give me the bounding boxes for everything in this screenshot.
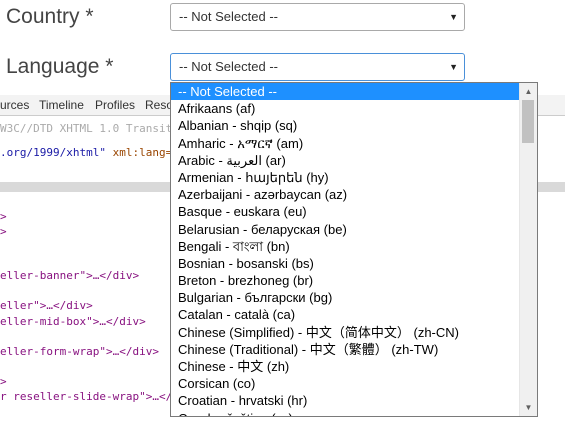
code-line: >	[0, 210, 7, 223]
language-option[interactable]: Bulgarian - български (bg)	[171, 289, 521, 306]
language-option[interactable]: Croatian - hrvatski (hr)	[171, 392, 521, 409]
language-options: -- Not Selected -- Afrikaans (af) Albanian…	[171, 83, 521, 416]
country-select[interactable]: -- Not Selected -- ▼	[170, 3, 465, 31]
language-option[interactable]: Afrikaans (af)	[171, 100, 521, 117]
devtools-tab-profiles[interactable]: Profiles	[95, 98, 135, 112]
scroll-down-icon[interactable]: ▼	[520, 399, 537, 416]
language-dropdown-list[interactable]: -- Not Selected -- Afrikaans (af) Albanian…	[170, 82, 538, 417]
scrollbar-thumb[interactable]	[522, 100, 534, 143]
language-select-value: -- Not Selected --	[179, 59, 278, 74]
language-option[interactable]: Czech - čeština (cs)	[171, 410, 521, 416]
dropdown-scrollbar[interactable]: ▲ ▼	[519, 83, 537, 416]
devtools-tab-timeline[interactable]: Timeline	[39, 98, 84, 112]
code-line: r reseller-slide-wrap">…</d	[0, 390, 179, 403]
language-option[interactable]: Armenian - հայերեն (hy)	[171, 169, 521, 186]
chevron-down-icon: ▼	[449, 12, 458, 22]
scroll-up-icon[interactable]: ▲	[520, 83, 537, 100]
code-line: eller-mid-box">…</div>	[0, 315, 146, 328]
code-html-tag: .org/1999/xhtml" xml:lang=	[0, 146, 173, 159]
language-option[interactable]: Belarusian - беларуская (be)	[171, 221, 521, 238]
language-option[interactable]: Catalan - català (ca)	[171, 306, 521, 323]
language-option[interactable]: Amharic - አማርኛ (am)	[171, 135, 521, 152]
chevron-down-icon: ▼	[449, 62, 458, 72]
language-select[interactable]: -- Not Selected -- ▼	[170, 53, 465, 81]
code-line: eller-banner">…</div>	[0, 269, 140, 282]
code-line: >	[0, 375, 7, 388]
language-option[interactable]: Bosnian - bosanski (bs)	[171, 255, 521, 272]
code-line: >	[0, 225, 7, 238]
devtools-tab-sources[interactable]: urces	[0, 98, 29, 112]
language-option[interactable]: Chinese (Simplified) - 中文（简体中文） (zh-CN)	[171, 324, 521, 341]
country-label: Country *	[6, 5, 94, 28]
language-option[interactable]: Breton - brezhoneg (br)	[171, 272, 521, 289]
language-option[interactable]: Arabic - العربية (ar)	[171, 152, 521, 169]
language-option[interactable]: Basque - euskara (eu)	[171, 203, 521, 220]
code-doctype: W3C//DTD XHTML 1.0 Transiti	[0, 122, 179, 135]
language-option[interactable]: Corsican (co)	[171, 375, 521, 392]
code-line: eller">…</div>	[0, 299, 93, 312]
language-option[interactable]: Bengali - বাংলা (bn)	[171, 238, 521, 255]
language-option[interactable]: Chinese (Traditional) - 中文（繁體） (zh-TW)	[171, 341, 521, 358]
language-option[interactable]: Azerbaijani - azərbaycan (az)	[171, 186, 521, 203]
code-line: eller-form-wrap">…</div>	[0, 345, 159, 358]
language-option[interactable]: Chinese - 中文 (zh)	[171, 358, 521, 375]
devtools-tab-resources[interactable]: Reso	[145, 98, 173, 112]
language-label: Language *	[6, 55, 114, 78]
language-option[interactable]: Albanian - shqip (sq)	[171, 117, 521, 134]
option-not-selected[interactable]: -- Not Selected --	[171, 83, 521, 101]
country-select-value: -- Not Selected --	[179, 9, 278, 24]
